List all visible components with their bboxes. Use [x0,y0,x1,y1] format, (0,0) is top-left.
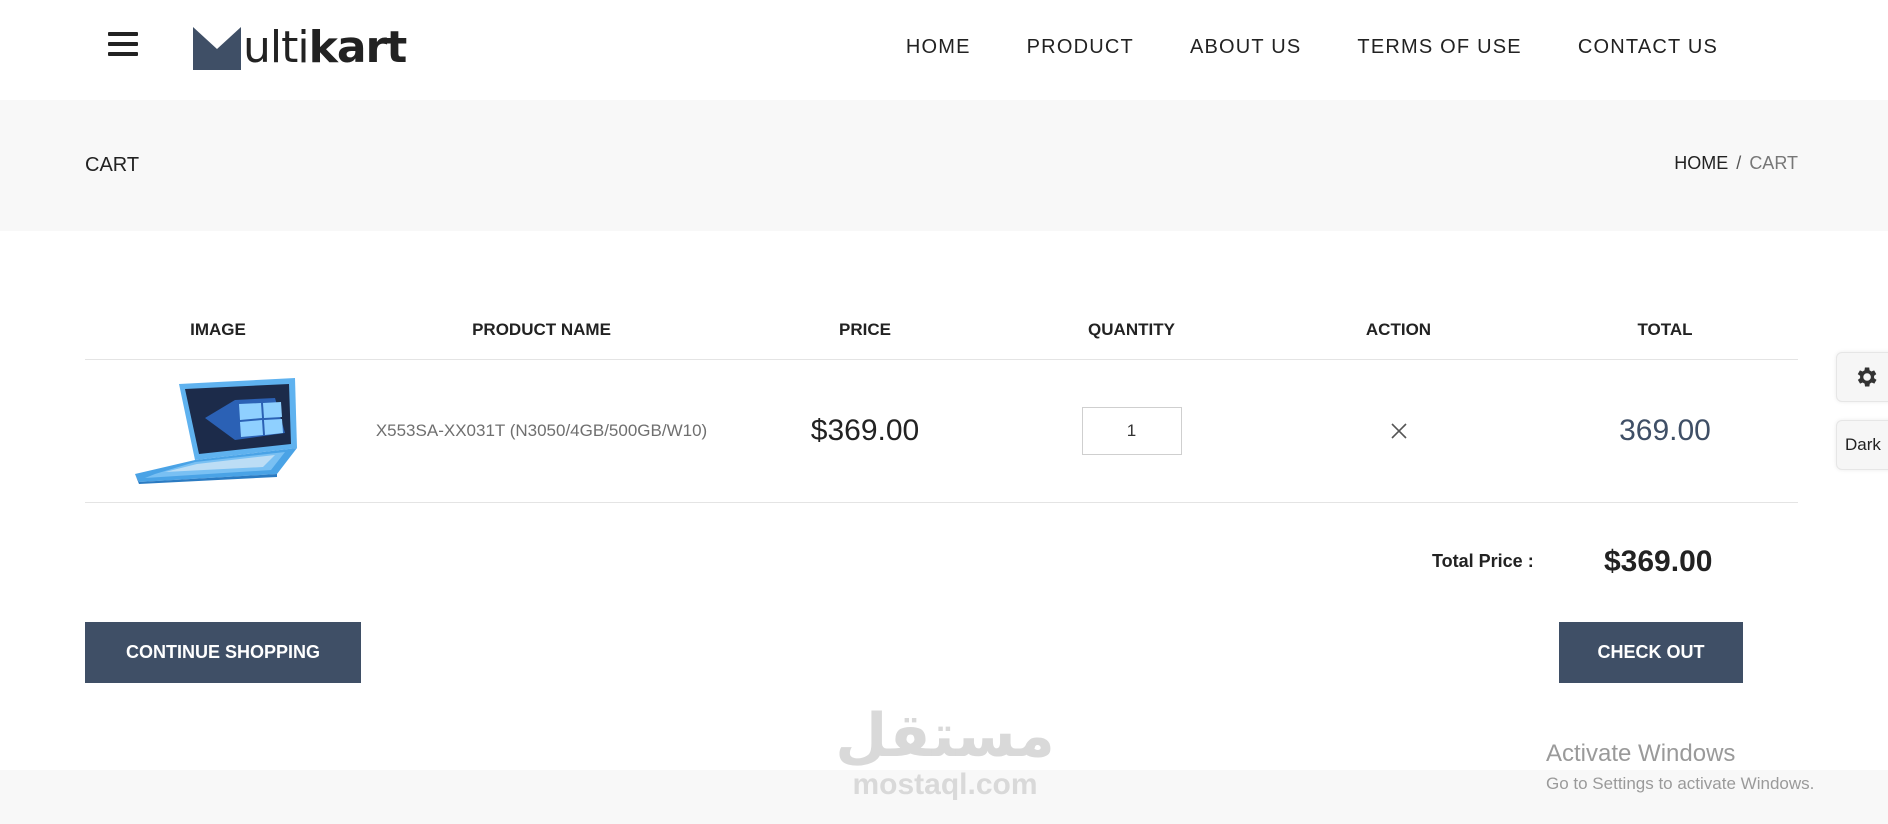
nav-home[interactable]: HOME [906,36,971,59]
table-header: IMAGE PRODUCT NAME PRICE QUANTITY ACTION… [85,300,1798,360]
logo-text-bold: kart [308,22,408,73]
total-price-label: Total Price : [1432,551,1534,571]
multikart-m-logo-icon [193,27,241,70]
product-price: $369.00 [810,414,920,447]
nav-terms-of-use[interactable]: TERMS OF USE [1357,36,1521,59]
column-action: ACTION [1365,319,1432,339]
laptop-image[interactable] [135,378,301,484]
total-price-value: $369.00 [1604,545,1713,578]
activate-windows-title: Activate Windows [1546,740,1736,767]
watermark-arabic: مستقل [835,701,1055,771]
column-total: TOTAL [1637,319,1693,339]
line-total-cell: 369.00 [1532,414,1798,448]
cart-table: IMAGE PRODUCT NAME PRICE QUANTITY ACTION… [85,300,1798,503]
hamburger-icon[interactable] [108,32,138,58]
site-logo[interactable]: ultikart [193,24,407,70]
quantity-cell [998,407,1265,455]
watermark-latin: mostaql.com [852,768,1038,801]
column-quantity: QUANTITY [1088,319,1175,339]
main-nav: HOME PRODUCT ABOUT US TERMS OF USE CONTA… [850,36,1718,59]
continue-shopping-button[interactable]: CONTINUE SHOPPING [85,622,361,683]
settings-tab[interactable] [1836,352,1888,402]
check-out-button[interactable]: CHECK OUT [1559,622,1743,683]
column-price: PRICE [839,319,891,339]
product-image-cell [85,378,351,484]
dark-mode-toggle[interactable]: Dark [1836,420,1888,470]
action-cell [1265,421,1532,441]
logo-text-light: ulti [243,22,310,73]
column-image: IMAGE [190,319,246,339]
breadcrumb-section: CART HOME / CART [0,100,1888,231]
line-total: 369.00 [1619,414,1711,447]
column-product-name: PRODUCT NAME [472,319,611,339]
close-icon[interactable] [1389,421,1409,441]
nav-contact-us[interactable]: CONTACT US [1578,36,1718,59]
breadcrumb-home[interactable]: HOME [1674,153,1728,173]
product-name[interactable]: X553SA-XX031T (N3050/4GB/500GB/W10) [376,421,707,441]
nav-about-us[interactable]: ABOUT US [1190,36,1301,59]
mostaql-watermark: مستقل mostaql.com [835,703,1055,801]
page-title: CART [85,154,140,176]
gear-icon [1857,367,1877,387]
breadcrumb-separator: / [1736,153,1742,173]
quantity-input[interactable] [1081,407,1182,455]
nav-product[interactable]: PRODUCT [1027,36,1134,59]
activate-windows-subtitle: Go to Settings to activate Windows. [1546,774,1815,793]
breadcrumb-current: CART [1749,153,1798,173]
table-row: X553SA-XX031T (N3050/4GB/500GB/W10) $369… [85,360,1798,503]
breadcrumb: HOME / CART [1674,153,1798,174]
price-cell: $369.00 [732,414,998,448]
logo-text: ultikart [243,26,407,70]
product-name-cell: X553SA-XX031T (N3050/4GB/500GB/W10) [351,421,732,441]
activate-windows-notice: Activate Windows Go to Settings to activ… [1546,740,1814,794]
site-header: ultikart HOME PRODUCT ABOUT US TERMS OF … [0,0,1888,100]
